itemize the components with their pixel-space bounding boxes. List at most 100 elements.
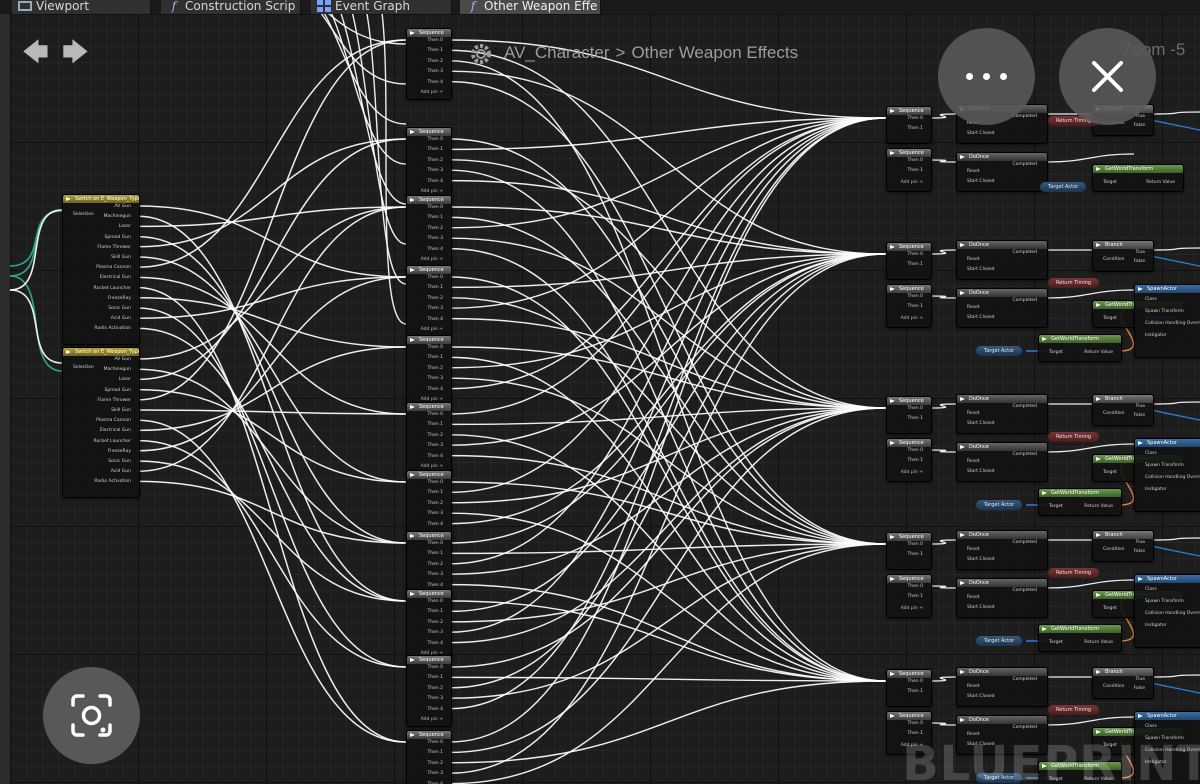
arrow-left-icon[interactable]: 🡄 bbox=[22, 40, 49, 66]
pin-label: True bbox=[1135, 540, 1145, 545]
doonce-node[interactable]: DoOnce Reset Start Closed Completed bbox=[956, 240, 1048, 280]
exec-wire bbox=[449, 117, 887, 229]
switch-node[interactable]: Switch on E_Weapon_Type Selection AV Gun Ma… bbox=[62, 194, 140, 345]
sequence-node[interactable]: Sequence Then 0 Then 1 bbox=[886, 106, 932, 144]
pin-label: Then 2 bbox=[427, 561, 443, 567]
sequence-node[interactable]: SequenceThen 0Then 1Then 2Then 3Then 4Ad… bbox=[406, 195, 452, 267]
branch-node[interactable]: Branch Condition True False bbox=[1092, 530, 1154, 562]
doonce-node[interactable]: DoOnce Reset Start Closed Completed bbox=[956, 667, 1048, 707]
sequence-node[interactable]: SequenceThen 0Then 1Then 2Then 3Then 4Ad… bbox=[406, 335, 452, 407]
pin-label: Reset bbox=[967, 595, 980, 600]
doonce-node[interactable]: DoOnce Reset Start Closed Completed bbox=[956, 578, 1048, 618]
tab-construction-script[interactable]: f Construction Scrip bbox=[161, 0, 301, 14]
pin-label: Then 4 bbox=[427, 706, 443, 712]
pin-label: Laser bbox=[118, 377, 131, 383]
tab-event-graph[interactable]: Event Graph bbox=[311, 0, 452, 14]
node-title: Sequence bbox=[887, 397, 931, 405]
node-title: SpawnActor bbox=[1135, 575, 1200, 583]
doonce-node[interactable]: DoOnce Reset Start Closed Completed bbox=[956, 394, 1048, 434]
tab-label: Event Graph bbox=[335, 0, 410, 13]
exec-wire bbox=[449, 117, 887, 494]
sequence-node[interactable]: Sequence Then 0 Then 1 bbox=[886, 242, 932, 280]
pin-label: Electrical Gun bbox=[99, 428, 131, 434]
lens-button[interactable] bbox=[43, 667, 140, 764]
sequence-node[interactable]: Sequence Then 0 Then 1 Add pin + bbox=[886, 284, 932, 328]
pin-label: Target bbox=[1103, 470, 1117, 475]
pin-label: Reset bbox=[967, 169, 980, 174]
exec-wire bbox=[449, 407, 887, 504]
add-pin-button[interactable]: Add pin + bbox=[901, 470, 923, 476]
sequence-node[interactable]: Sequence Then 0 Then 1 bbox=[886, 532, 932, 570]
sequence-node[interactable]: SequenceThen 0Then 1Then 2Then 3Then 4Ad… bbox=[406, 730, 452, 784]
get-world-transform-node[interactable]: GetWorldTransform Target Return Value bbox=[1092, 164, 1184, 192]
spawn-actor-node[interactable]: SpawnActor Class Spawn Transform Collision … bbox=[1134, 438, 1200, 512]
node-title: GetWorldTransform bbox=[1039, 335, 1121, 343]
pin-label: Machinegun bbox=[103, 367, 131, 373]
sequence-node[interactable]: SequenceThen 0Then 1Then 2Then 3Then 4Ad… bbox=[406, 28, 452, 100]
branch-node[interactable]: Branch Condition True False bbox=[1092, 394, 1154, 426]
get-world-transform-node[interactable]: GetWorldTransform Target Return Value bbox=[1038, 334, 1122, 362]
pin-label: Then 1 bbox=[427, 490, 443, 496]
exec-wire bbox=[449, 407, 887, 754]
pin-label: Then 3 bbox=[427, 630, 443, 636]
pin-label: Start Closed bbox=[967, 179, 995, 184]
sequence-node[interactable]: SequenceThen 0Then 1Then 2Then 3Then 4Ad… bbox=[406, 589, 452, 661]
left-panel-edge bbox=[0, 14, 10, 784]
pin-label: Plasma Cannon bbox=[96, 265, 131, 271]
sequence-node[interactable]: SequenceThen 0Then 1Then 2Then 3Then 4Ad… bbox=[406, 402, 452, 474]
exec-wire bbox=[449, 179, 887, 255]
node-title: Branch bbox=[1093, 395, 1153, 403]
exec-wire bbox=[929, 249, 957, 255]
get-world-transform-node[interactable]: GetWorldTransform Target Return Value bbox=[1038, 624, 1122, 652]
doonce-node[interactable]: DoOnce Reset Start Closed Completed bbox=[956, 442, 1048, 482]
get-world-transform-node[interactable]: GetWorldTransform Target Return Value bbox=[1038, 488, 1122, 516]
more-options-button[interactable] bbox=[938, 28, 1035, 125]
pin-label: False bbox=[1133, 549, 1145, 554]
pin-label: Then 1 bbox=[427, 750, 443, 756]
arrow-right-icon[interactable]: 🡆 bbox=[62, 40, 89, 66]
sequence-node[interactable]: SequenceThen 0Then 1Then 2Then 3Then 4Ad… bbox=[406, 127, 452, 199]
pin-label: FreezeRay bbox=[107, 448, 131, 454]
add-pin-button[interactable]: Add pin + bbox=[421, 257, 443, 263]
pin-label: Spread Gun bbox=[104, 234, 131, 240]
add-pin-button[interactable]: Add pin + bbox=[901, 180, 923, 186]
breadcrumb-root[interactable]: AV_Character bbox=[504, 43, 610, 62]
pin-label: Then 2 bbox=[427, 432, 443, 438]
pin-label: Reset bbox=[967, 459, 980, 464]
node-title: SpawnActor bbox=[1135, 285, 1200, 293]
tab-other-weapon-effects[interactable]: f Other Weapon Effe bbox=[460, 0, 601, 14]
add-pin-button[interactable]: Add pin + bbox=[421, 717, 443, 723]
pin-label: Spawn Transform bbox=[1145, 463, 1184, 468]
add-pin-button[interactable]: Add pin + bbox=[901, 316, 923, 322]
branch-node[interactable]: Branch Condition True False bbox=[1092, 240, 1154, 272]
pin-label: Then 2 bbox=[427, 295, 443, 301]
sequence-node[interactable]: Sequence Then 0 Then 1 bbox=[886, 669, 932, 707]
pin-label: Then 0 bbox=[907, 158, 923, 163]
sequence-node[interactable]: Sequence Then 0 Then 1 Add pin + bbox=[886, 148, 932, 192]
add-pin-button[interactable]: Add pin + bbox=[901, 606, 923, 612]
pin-label: Then 3 bbox=[427, 696, 443, 702]
close-button[interactable] bbox=[1059, 28, 1156, 125]
pin-label: Completed bbox=[1012, 404, 1037, 409]
add-pin-button[interactable]: Add pin + bbox=[421, 327, 443, 333]
node-title: SpawnActor bbox=[1135, 439, 1200, 447]
sequence-node[interactable]: Sequence Then 0 Then 1 Add pin + bbox=[886, 574, 932, 618]
pin-label: True bbox=[1135, 677, 1145, 682]
blueprint-graph-canvas[interactable]: Switch on E_Weapon_Type Selection AV Gun Ma… bbox=[10, 14, 1200, 784]
branch-node[interactable]: Branch Condition True False bbox=[1092, 667, 1154, 699]
node-title: GetWorldTransform bbox=[1039, 625, 1121, 633]
sequence-node[interactable]: Sequence Then 0 Then 1 Add pin + bbox=[886, 438, 932, 482]
spawn-actor-node[interactable]: SpawnActor Class Spawn Transform Collision … bbox=[1134, 284, 1200, 358]
doonce-node[interactable]: DoOnce Reset Start Closed Completed bbox=[956, 152, 1048, 192]
sequence-node[interactable]: Sequence Then 0 Then 1 bbox=[886, 396, 932, 434]
spawn-actor-node[interactable]: SpawnActor Class Spawn Transform Collision … bbox=[1134, 574, 1200, 648]
switch-node[interactable]: Switch on E_Weapon_Type Selection AV Gun Ma… bbox=[62, 347, 140, 498]
doonce-node[interactable]: DoOnce Reset Start Closed Completed bbox=[956, 530, 1048, 570]
doonce-node[interactable]: DoOnce Reset Start Closed Completed bbox=[956, 288, 1048, 328]
sequence-node[interactable]: SequenceThen 0Then 1Then 2Then 3Then 4Ad… bbox=[406, 265, 452, 337]
exec-wire bbox=[1045, 443, 1135, 453]
sequence-node[interactable]: SequenceThen 0Then 1Then 2Then 3Then 4Ad… bbox=[406, 655, 452, 727]
add-pin-button[interactable]: Add pin + bbox=[421, 90, 443, 96]
tab-viewport[interactable]: Viewport bbox=[12, 0, 151, 14]
exec-wire bbox=[449, 117, 887, 309]
